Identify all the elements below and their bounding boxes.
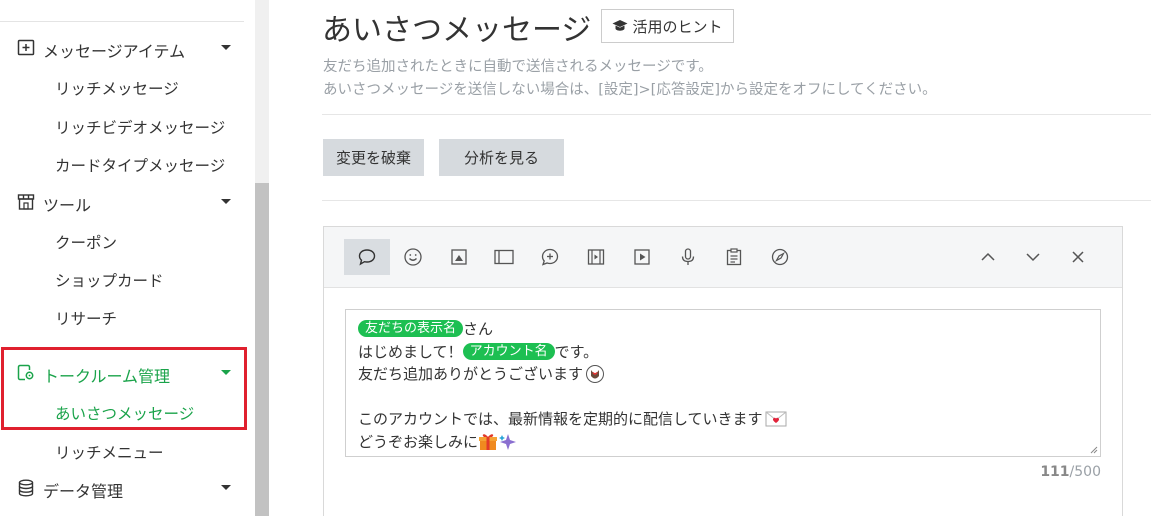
sidebar-item-coupon[interactable]: クーポン [55,231,117,253]
speech-bubble-icon[interactable] [344,239,390,275]
highlight-annotation-box [1,347,247,430]
page-title: あいさつメッセージ [322,13,592,48]
message-line: 友だち追加ありがとうございます [358,363,605,384]
love-letter-emoji-icon [765,411,787,426]
hint-button-label: 活用のヒント [632,17,723,36]
sidebar-scrollbar-thumb[interactable] [255,183,269,516]
chevron-up-icon[interactable] [970,239,1006,275]
bow-emoji-icon [586,364,605,383]
view-analytics-button[interactable]: 分析を見る [439,139,564,176]
sidebar-item-rich-video-message[interactable]: リッチビデオメッセージ [55,116,225,138]
message-text: です。 [554,343,599,361]
smiley-icon[interactable] [395,239,431,275]
page-description-line2: あいさつメッセージを送信しない場合は、[設定]>[応答設定]から設定をオフにして… [323,82,937,98]
message-line: はじめまして！ アカウント名 です。 [358,341,598,362]
caret-down-icon [221,199,231,204]
video-icon[interactable] [578,239,614,275]
message-editor: 友だちの表示名 さん はじめまして！ アカウント名 です。 友だち追加ありがとう… [323,226,1123,516]
message-textarea[interactable]: 友だちの表示名 さん はじめまして！ アカウント名 です。 友だち追加ありがとう… [345,309,1101,457]
sidebar-section-tools[interactable]: ツール [0,183,244,221]
resize-handle-icon[interactable] [1090,446,1098,454]
character-counter: 111/500 [1040,464,1101,480]
image-icon[interactable] [441,239,477,275]
hint-button[interactable]: 活用のヒント [601,9,734,43]
compass-icon[interactable] [762,239,798,275]
chevron-down-icon[interactable] [1015,239,1051,275]
message-line: どうぞお楽しみに [358,431,518,452]
message-text: どうぞお楽しみに [358,433,479,451]
sidebar-divider [0,21,244,22]
sidebar-item-rich-message[interactable]: リッチメッセージ [55,77,179,99]
divider [322,200,1151,201]
character-count: 111 [1040,464,1070,480]
sidebar: メッセージアイテム リッチメッセージ リッチビデオメッセージ カードタイプメッセ… [0,0,256,516]
sidebar-item-research[interactable]: リサーチ [55,307,117,329]
sidebar-section-label: メッセージアイテム [43,42,186,61]
message-line: このアカウントでは、最新情報を定期的に配信していきます [358,408,787,429]
discard-changes-button[interactable]: 変更を破棄 [323,139,424,176]
main-content: あいさつメッセージ 活用のヒント 友だち追加されたときに自動で送信されるメッセー… [269,0,1151,516]
message-text: はじめまして！ [358,343,463,361]
caret-down-icon [221,45,231,50]
sidebar-item-rich-menu[interactable]: リッチメニュー [55,441,164,463]
message-text: さん [463,320,494,338]
sidebar-section-message-items[interactable]: メッセージアイテム [0,29,244,67]
play-icon[interactable] [624,239,660,275]
message-text: このアカウントでは、最新情報を定期的に配信していきます [358,410,763,428]
friend-name-tag[interactable]: 友だちの表示名 [358,320,464,337]
message-text: 友だち追加ありがとうございます [358,365,584,383]
caret-down-icon [221,485,231,490]
sidebar-item-card-message[interactable]: カードタイプメッセージ [55,154,225,176]
sparkle-emoji-icon [499,433,517,450]
coupon-icon[interactable] [532,239,568,275]
sidebar-item-shop-card[interactable]: ショップカード [55,269,164,291]
character-limit: /500 [1069,464,1101,480]
graduation-cap-icon [612,20,628,31]
sidebar-section-data[interactable]: データ管理 [0,469,244,507]
editor-toolbar [324,227,1122,288]
sidebar-section-label: ツール [43,196,92,215]
message-line: 友だちの表示名 さん [358,318,493,339]
database-icon [18,479,34,497]
gift-emoji-icon [479,433,498,450]
close-icon[interactable] [1060,239,1096,275]
survey-icon[interactable] [716,239,752,275]
divider [322,114,1151,115]
store-icon [17,194,35,210]
plus-square-icon [17,39,35,56]
page-description-line1: 友だち追加されたときに自動で送信されるメッセージです。 [323,59,713,75]
sidebar-section-label: データ管理 [43,482,124,501]
microphone-icon[interactable] [670,239,706,275]
account-name-tag[interactable]: アカウント名 [462,343,555,360]
card-icon[interactable] [486,239,522,275]
